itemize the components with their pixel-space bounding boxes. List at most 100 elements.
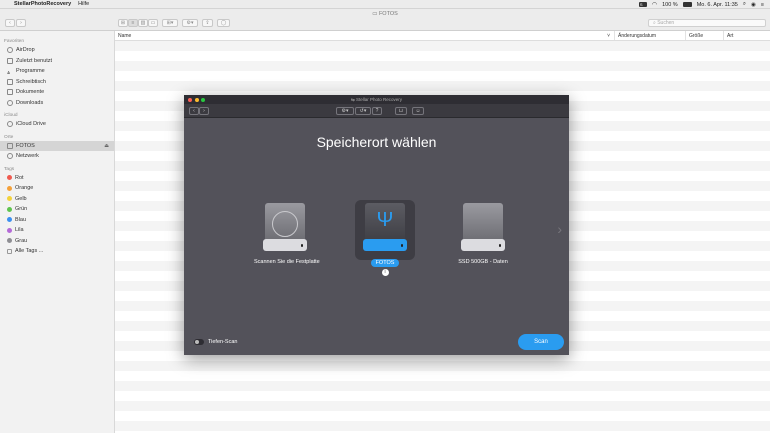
page-title: Speicherort wählen [316, 134, 437, 150]
action-button[interactable]: ⚙▾ [182, 19, 198, 27]
sidebar-item-applications[interactable]: ⩓ Programme [0, 66, 114, 77]
tag-dot-icon [7, 206, 12, 212]
clock[interactable]: Mo. 6. Apr. 11:35 [697, 2, 738, 8]
column-header-kind[interactable]: Art [724, 31, 770, 40]
sidebar-item-label: Gelb [15, 195, 27, 202]
column-header-label: Name [118, 33, 132, 39]
info-icon[interactable]: i [381, 269, 389, 276]
icon-view-button[interactable]: ⊞ [118, 19, 128, 27]
sidebar-tag-orange[interactable]: Orange [0, 183, 114, 194]
stellar-status-icon[interactable]: S [638, 2, 647, 7]
sidebar-item-label: Schreibtisch [16, 78, 46, 85]
sidebar-item-label: Netzwerk [16, 153, 39, 159]
app-menu[interactable]: StellarPhotoRecovery [14, 1, 71, 7]
chevron-right-icon[interactable]: › [557, 221, 562, 237]
stellar-toolbar: ‹ › ⚙▾ ↺▾ ? ⊔ ☺ [184, 104, 569, 118]
drive-option-scan-disk[interactable]: Scannen Sie die Festplatte [254, 203, 320, 265]
sidebar-item-label: Zuletzt benutzt [16, 57, 53, 64]
column-view-button[interactable]: ▥ [138, 19, 148, 27]
disk-led [300, 244, 303, 247]
sidebar-tag-grau[interactable]: Grau [0, 236, 114, 247]
sidebar-item-icloud-drive[interactable]: iCloud Drive [0, 119, 114, 130]
drive-label: FOTOS [370, 259, 400, 267]
back-button[interactable]: ‹ [5, 19, 15, 27]
sidebar-item-documents[interactable]: Dokumente [0, 87, 114, 98]
stellar-title-text: Stellar Photo Recovery [356, 96, 403, 102]
finder-titlebar: ▭ FOTOS ‹ › ⊞ ≡ ▥ ▭ ⊞▾ ⚙▾ ⇪ ◯ ⌕ Suchen [0, 9, 770, 31]
eject-icon[interactable]: ⏏ [104, 141, 109, 152]
cart-button[interactable]: ⊔ [395, 107, 407, 115]
drive-icon: ▭ [372, 11, 379, 17]
window-title-text: FOTOS [378, 11, 398, 17]
sidebar-item-label: Grün [15, 206, 28, 212]
tag-dot-icon [7, 227, 12, 233]
stellar-title: ⇆ Stellar Photo Recovery [184, 97, 569, 103]
drive-icon [7, 142, 13, 149]
search-icon[interactable]: ⌕ [743, 1, 746, 8]
sidebar-item-network[interactable]: Netzwerk [0, 151, 114, 162]
gallery-view-button[interactable]: ▭ [148, 19, 158, 27]
drive-label: Scannen Sie die Festplatte [254, 259, 320, 265]
deep-scan-label: Tiefen-Scan [208, 339, 238, 345]
sidebar-item-desktop[interactable]: Schreibtisch [0, 77, 114, 88]
drive-label: SSD 500GB - Daten [458, 259, 508, 265]
sidebar-header-places: Orte [4, 134, 14, 140]
forward-button[interactable]: › [199, 107, 209, 115]
control-list-icon[interactable]: ≡ [761, 2, 764, 8]
usb-drive-icon: Ψ [363, 203, 407, 253]
sidebar-tag-lila[interactable]: Lila [0, 225, 114, 236]
tag-dot-icon [7, 238, 12, 244]
sidebar-tag-gelb[interactable]: Gelb [0, 194, 114, 205]
sidebar-item-airdrop[interactable]: AirDrop [0, 45, 114, 56]
sidebar-item-label: Lila [15, 227, 24, 233]
tag-dot-icon [7, 185, 12, 191]
sidebar-item-label: Downloads [16, 99, 44, 106]
group-button[interactable]: ⊞▾ [162, 19, 178, 27]
history-menu-button[interactable]: ↺▾ [355, 107, 371, 115]
tag-button[interactable]: ◯ [217, 19, 230, 27]
hard-disk-icon [263, 203, 307, 253]
sidebar-tag-gruen[interactable]: Grün [0, 204, 114, 215]
disk-body [463, 203, 503, 241]
drive-option-ssd[interactable]: SSD 500GB - Daten [452, 203, 514, 265]
sidebar-header-icloud: iCloud [4, 113, 18, 118]
airdrop-icon [7, 47, 13, 54]
tags-icon [7, 248, 12, 254]
battery-icon[interactable] [682, 2, 692, 7]
sidebar-item-recents[interactable]: Zuletzt benutzt [0, 56, 114, 67]
sidebar-item-label: AirDrop [16, 47, 35, 53]
drive-option-fotos[interactable]: Ψ FOTOS i [355, 203, 415, 276]
column-header-name[interactable]: Name ˅ [115, 31, 615, 40]
help-button[interactable]: ? [372, 107, 382, 115]
feedback-button[interactable]: ☺ [412, 107, 424, 115]
sidebar-item-label: Dokumente [16, 89, 45, 95]
list-header: Name ˅ Änderungsdatum Größe Art [115, 31, 770, 41]
sidebar-item-label: Alle Tags ... [15, 248, 44, 254]
back-button[interactable]: ‹ [189, 107, 199, 115]
settings-menu-button[interactable]: ⚙▾ [336, 107, 354, 115]
recents-icon [7, 57, 13, 64]
scan-button[interactable]: Scan [518, 334, 564, 350]
battery-percent: 100 % [662, 1, 678, 8]
sidebar-header-tags: Tags [4, 166, 15, 172]
sidebar-item-label: Programme [16, 68, 45, 74]
column-header-size[interactable]: Größe [686, 31, 724, 40]
cloud-icon [7, 121, 13, 128]
sidebar-item-downloads[interactable]: Downloads [0, 98, 114, 109]
siri-icon[interactable]: ◉ [751, 2, 756, 8]
sidebar-all-tags[interactable]: Alle Tags ... [0, 246, 114, 257]
list-view-button[interactable]: ≡ [128, 19, 138, 27]
finder-toolbar: ⊞ ≡ ▥ ▭ ⊞▾ ⚙▾ ⇪ ◯ [118, 19, 230, 27]
sidebar-tag-rot[interactable]: Rot [0, 173, 114, 184]
sidebar-tag-blau[interactable]: Blau [0, 215, 114, 226]
sidebar-header-favorites: Favoriten [4, 39, 24, 44]
deep-scan-toggle[interactable] [194, 339, 204, 345]
forward-button[interactable]: › [16, 19, 26, 27]
menu-help[interactable]: Hilfe [78, 1, 89, 7]
wifi-icon[interactable]: ◠ [652, 1, 657, 8]
menu-bar: StellarPhotoRecovery Hilfe S ◠ 100 % Mo.… [0, 0, 770, 9]
column-header-date[interactable]: Änderungsdatum [615, 31, 686, 40]
search-field[interactable]: ⌕ Suchen [648, 19, 766, 27]
sidebar-item-fotos[interactable]: FOTOS ⏏ [0, 140, 114, 152]
share-button[interactable]: ⇪ [202, 19, 213, 27]
